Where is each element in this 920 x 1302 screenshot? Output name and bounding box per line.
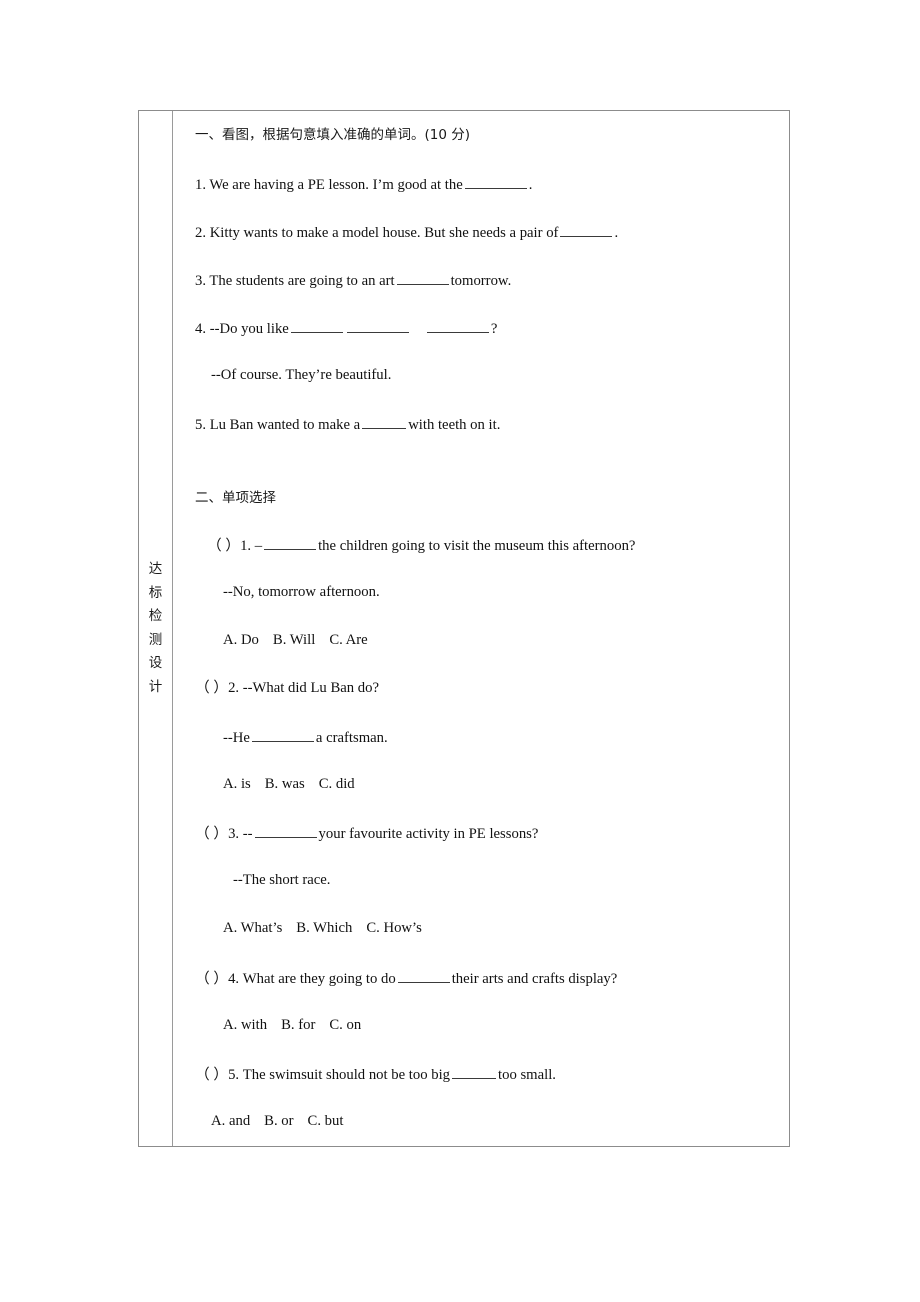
section-one-heading-text: 一、看图，根据句意填入准确的单词。 — [195, 127, 425, 143]
choice-question-4-option-a[interactable]: A. with — [223, 1017, 267, 1033]
choice-question-5: （ ）5. The swimsuit should not be too big… — [195, 1064, 556, 1084]
choice-question-2-option-a[interactable]: A. is — [223, 776, 251, 792]
choice-question-5-bracket[interactable]: （ ） — [195, 1067, 228, 1083]
choice-question-4-stem-tail: their arts and crafts display? — [451, 970, 618, 987]
fill-question-4-blank-1[interactable] — [290, 318, 343, 333]
choice-question-2-option-c[interactable]: C. did — [319, 776, 355, 792]
vertical-label-char-3: 检 — [148, 608, 163, 624]
choice-question-3-stem-tail: your favourite activity in PE lessons? — [318, 825, 539, 842]
fill-question-1-tail: . — [528, 176, 533, 193]
fill-question-4-blank-2[interactable] — [346, 318, 409, 333]
choice-question-3-blank[interactable] — [254, 823, 317, 838]
fill-question-5-tail: with teeth on it. — [408, 416, 501, 433]
section-two-heading-text: 二、单项选择 — [195, 490, 276, 506]
fill-question-4-answer-text: --Of course. They’re beautiful. — [211, 367, 392, 383]
choice-question-2-reply-tail: a craftsman. — [315, 729, 388, 746]
choice-question-4-option-b[interactable]: B. for — [281, 1017, 315, 1033]
vertical-label-char-4: 测 — [148, 631, 163, 648]
choice-question-5-stem-tail: too small. — [498, 1066, 556, 1083]
choice-question-1-option-a[interactable]: A. Do — [223, 632, 259, 648]
choice-question-2: （ ）2. --What did Lu Ban do? — [195, 679, 379, 697]
choice-question-2-bracket[interactable]: （ ） — [195, 680, 228, 696]
fill-question-5-blank[interactable] — [362, 414, 407, 429]
choice-question-5-blank[interactable] — [452, 1064, 497, 1079]
fill-question-2: 2. Kitty wants to make a model house. Bu… — [195, 222, 618, 242]
worksheet-table: 达 标 检 测 设 计 一、看图，根据句意填入准确的单词。(10 分) 1. W… — [138, 110, 790, 1147]
choice-question-4-bracket[interactable]: （ ） — [195, 971, 228, 987]
fill-question-2-tail: . — [614, 224, 619, 241]
choice-question-1-bracket[interactable]: （ ） — [207, 538, 240, 554]
fill-question-2-text: 2. Kitty wants to make a model house. Bu… — [195, 224, 559, 241]
choice-question-3-option-b[interactable]: B. Which — [296, 920, 352, 936]
choice-question-2-reply-text: --He — [223, 729, 250, 746]
fill-question-3: 3. The students are going to an art tomor… — [195, 270, 511, 290]
choice-question-2-blank[interactable] — [251, 727, 314, 742]
choice-question-1-stem: 1. – — [240, 537, 263, 554]
choice-question-4-option-c[interactable]: C. on — [329, 1017, 361, 1033]
choice-question-5-option-a[interactable]: A. and — [211, 1113, 250, 1129]
choice-question-1-blank[interactable] — [264, 535, 317, 550]
choice-question-3-option-a[interactable]: A. What’s — [223, 920, 282, 936]
choice-question-1-stem-tail: the children going to visit the museum t… — [318, 537, 636, 554]
vertical-label-char-6: 计 — [148, 678, 163, 695]
section-one-score: (10 分) — [424, 127, 471, 143]
fill-question-1: 1. We are having a PE lesson. I’m good a… — [195, 174, 532, 194]
choice-question-3-reply-text: --The short race. — [233, 872, 331, 888]
choice-question-1-reply-text: --No, tomorrow afternoon. — [223, 584, 380, 600]
choice-question-2-option-b[interactable]: B. was — [265, 776, 305, 792]
choice-question-2-options: A. is B. was C. did — [195, 775, 355, 793]
fill-question-1-text: 1. We are having a PE lesson. I’m good a… — [195, 176, 463, 193]
fill-question-3-text: 3. The students are going to an art — [195, 272, 395, 289]
fill-question-4-answer: --Of course. They’re beautiful. — [195, 366, 391, 384]
choice-question-1-options: A. Do B. Will C. Are — [195, 631, 368, 649]
choice-question-4-blank[interactable] — [397, 968, 450, 983]
vertical-label-char-5: 设 — [148, 655, 163, 671]
choice-question-5-option-c[interactable]: C. but — [308, 1113, 344, 1129]
choice-question-1-reply: --No, tomorrow afternoon. — [195, 583, 380, 601]
fill-question-4-blank-3[interactable] — [426, 318, 489, 333]
fill-question-1-blank[interactable] — [464, 174, 527, 189]
choice-question-1: （ ）1. – the children going to visit the m… — [195, 535, 635, 555]
choice-question-5-stem: 5. The swimsuit should not be too big — [228, 1066, 451, 1083]
choice-question-3-options: A. What’s B. Which C. How’s — [195, 919, 422, 937]
section-one-heading: 一、看图，根据句意填入准确的单词。(10 分) — [195, 123, 470, 144]
section-two-heading: 二、单项选择 — [195, 486, 276, 507]
choice-question-5-options: A. and B. or C. but — [195, 1112, 343, 1130]
choice-question-2-reply: --He a craftsman. — [195, 727, 388, 747]
fill-question-5-text: 5. Lu Ban wanted to make a — [195, 416, 361, 433]
choice-question-1-option-b[interactable]: B. Will — [273, 632, 315, 648]
choice-question-2-stem: 2. --What did Lu Ban do? — [228, 680, 379, 696]
choice-question-4: （ ）4. What are they going to do their art… — [195, 968, 617, 988]
choice-question-1-option-c[interactable]: C. Are — [329, 632, 367, 648]
choice-question-3-reply: --The short race. — [195, 871, 330, 889]
choice-question-3-option-c[interactable]: C. How’s — [366, 920, 422, 936]
choice-question-3: （ ）3. -- your favourite activity in PE le… — [195, 823, 538, 843]
choice-question-3-stem: 3. -- — [228, 825, 253, 842]
choice-question-3-bracket[interactable]: （ ） — [195, 826, 228, 842]
fill-question-4-tail: ? — [490, 320, 498, 337]
fill-question-3-tail: tomorrow. — [450, 272, 512, 289]
fill-question-4-text: 4. --Do you like — [195, 320, 289, 337]
choice-question-5-option-b[interactable]: B. or — [264, 1113, 293, 1129]
fill-question-3-blank[interactable] — [396, 270, 449, 285]
fill-question-5: 5. Lu Ban wanted to make a with teeth on … — [195, 414, 500, 434]
choice-question-4-options: A. with B. for C. on — [195, 1016, 361, 1034]
fill-question-4: 4. --Do you like? — [195, 318, 497, 338]
vertical-section-label: 达 标 检 测 设 计 — [139, 558, 172, 699]
fill-question-2-blank[interactable] — [560, 222, 613, 237]
vertical-label-char-1: 达 — [148, 561, 163, 577]
worksheet-side-column: 达 标 检 测 设 计 — [139, 111, 173, 1146]
choice-question-4-stem: 4. What are they going to do — [228, 970, 396, 987]
worksheet-content-column: 一、看图，根据句意填入准确的单词。(10 分) 1. We are having… — [173, 111, 789, 1146]
vertical-label-char-2: 标 — [148, 584, 163, 601]
